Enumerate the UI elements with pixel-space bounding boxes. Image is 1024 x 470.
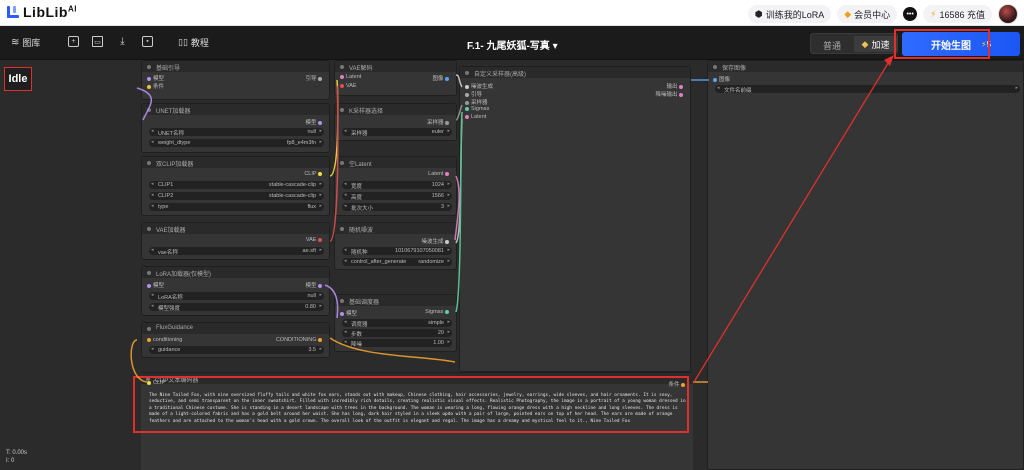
wires-overlay xyxy=(130,55,894,383)
